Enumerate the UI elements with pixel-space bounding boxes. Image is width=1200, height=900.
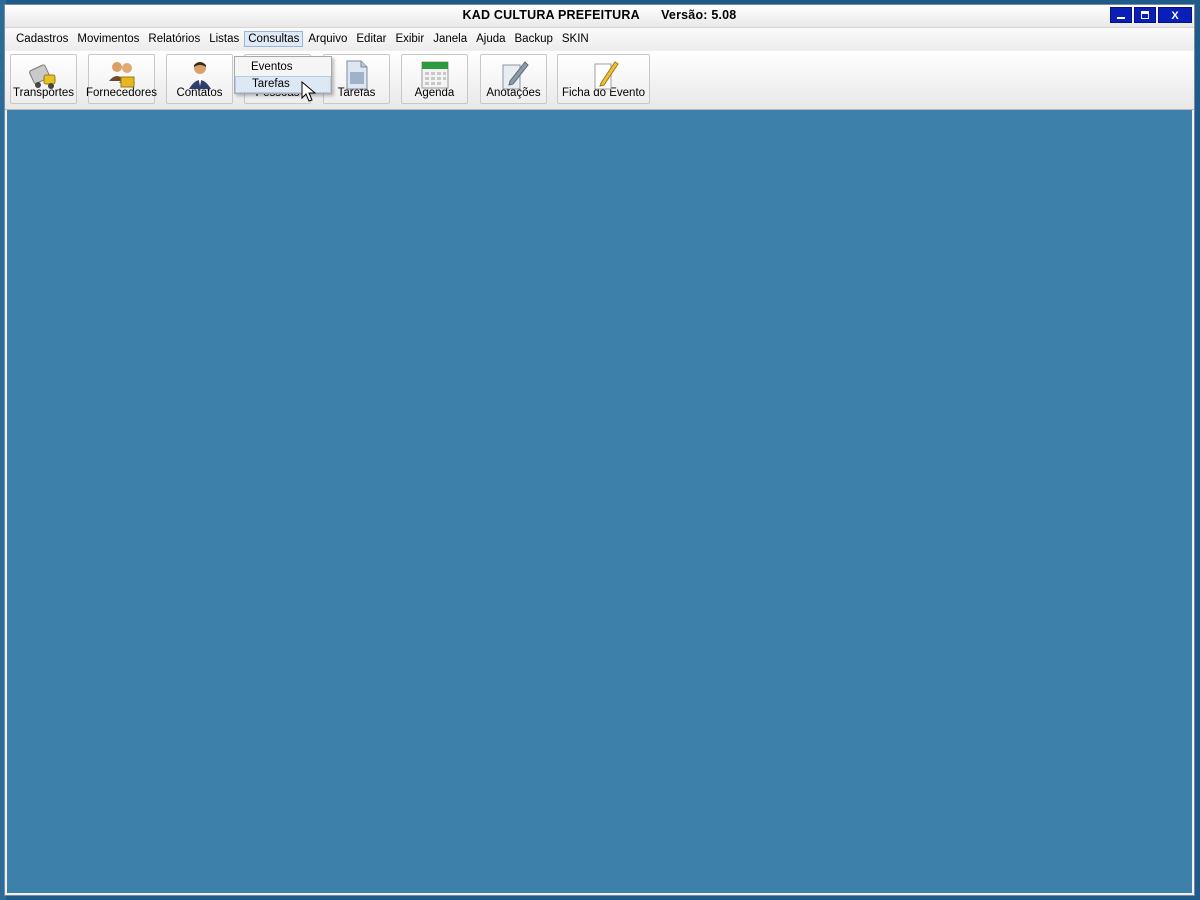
menu-arquivo[interactable]: Arquivo — [304, 31, 351, 47]
truck-icon — [28, 64, 55, 89]
menu-relatorios[interactable]: Relatórios — [144, 31, 204, 47]
app-version: Versão: 5.08 — [661, 8, 737, 22]
mouse-pointer-icon — [301, 81, 317, 102]
title-bar[interactable]: KAD CULTURA PREFEITURA Versão: 5.08 X — [5, 5, 1194, 28]
fornecedores-button[interactable]: Fornecedores — [86, 54, 157, 104]
document-icon — [346, 60, 367, 90]
menu-skin[interactable]: SKIN — [558, 31, 593, 47]
transportes-button[interactable]: Transportes — [10, 54, 77, 104]
menu-item-eventos[interactable]: Eventos — [235, 59, 331, 76]
calendar-icon — [421, 61, 448, 89]
pencil-paper-icon — [594, 61, 619, 90]
app-title: KAD CULTURA PREFEITURA — [462, 8, 640, 22]
consultas-dropdown-menu: Eventos Tarefas — [234, 56, 332, 94]
menu-consultas[interactable]: Consultas — [244, 31, 304, 47]
contact-person-icon — [188, 62, 211, 89]
mdi-client-area[interactable] — [7, 110, 1192, 893]
agenda-button[interactable]: Agenda — [401, 54, 468, 104]
ficha-do-evento-button[interactable]: Ficha do Evento — [557, 54, 650, 104]
menu-cadastros[interactable]: Cadastros — [12, 31, 72, 47]
menu-backup[interactable]: Backup — [511, 31, 557, 47]
menu-editar[interactable]: Editar — [352, 31, 390, 47]
menu-bar: Cadastros Movimentos Relatórios Listas C… — [5, 28, 1194, 50]
window-title: KAD CULTURA PREFEITURA Versão: 5.08 — [5, 8, 1194, 22]
app-window: KAD CULTURA PREFEITURA Versão: 5.08 X Ca… — [4, 4, 1195, 896]
menu-listas[interactable]: Listas — [205, 31, 243, 47]
contatos-button[interactable]: Contatos — [166, 54, 233, 104]
window-controls: X — [1110, 7, 1192, 23]
maximize-button[interactable] — [1134, 7, 1156, 23]
close-button[interactable]: X — [1158, 7, 1192, 23]
toolbar: Transportes Fornecedores Contatos Pessoa… — [5, 51, 1194, 110]
menu-janela[interactable]: Janela — [429, 31, 471, 47]
minimize-button[interactable] — [1110, 7, 1132, 23]
notes-pen-icon — [502, 61, 529, 90]
menu-movimentos[interactable]: Movimentos — [73, 31, 143, 47]
anotacoes-button[interactable]: Anotações — [480, 54, 547, 104]
suppliers-icon — [108, 62, 135, 88]
menu-exibir[interactable]: Exibir — [391, 31, 428, 47]
tarefas-button[interactable]: Tarefas — [323, 54, 390, 104]
menu-ajuda[interactable]: Ajuda — [472, 31, 509, 47]
